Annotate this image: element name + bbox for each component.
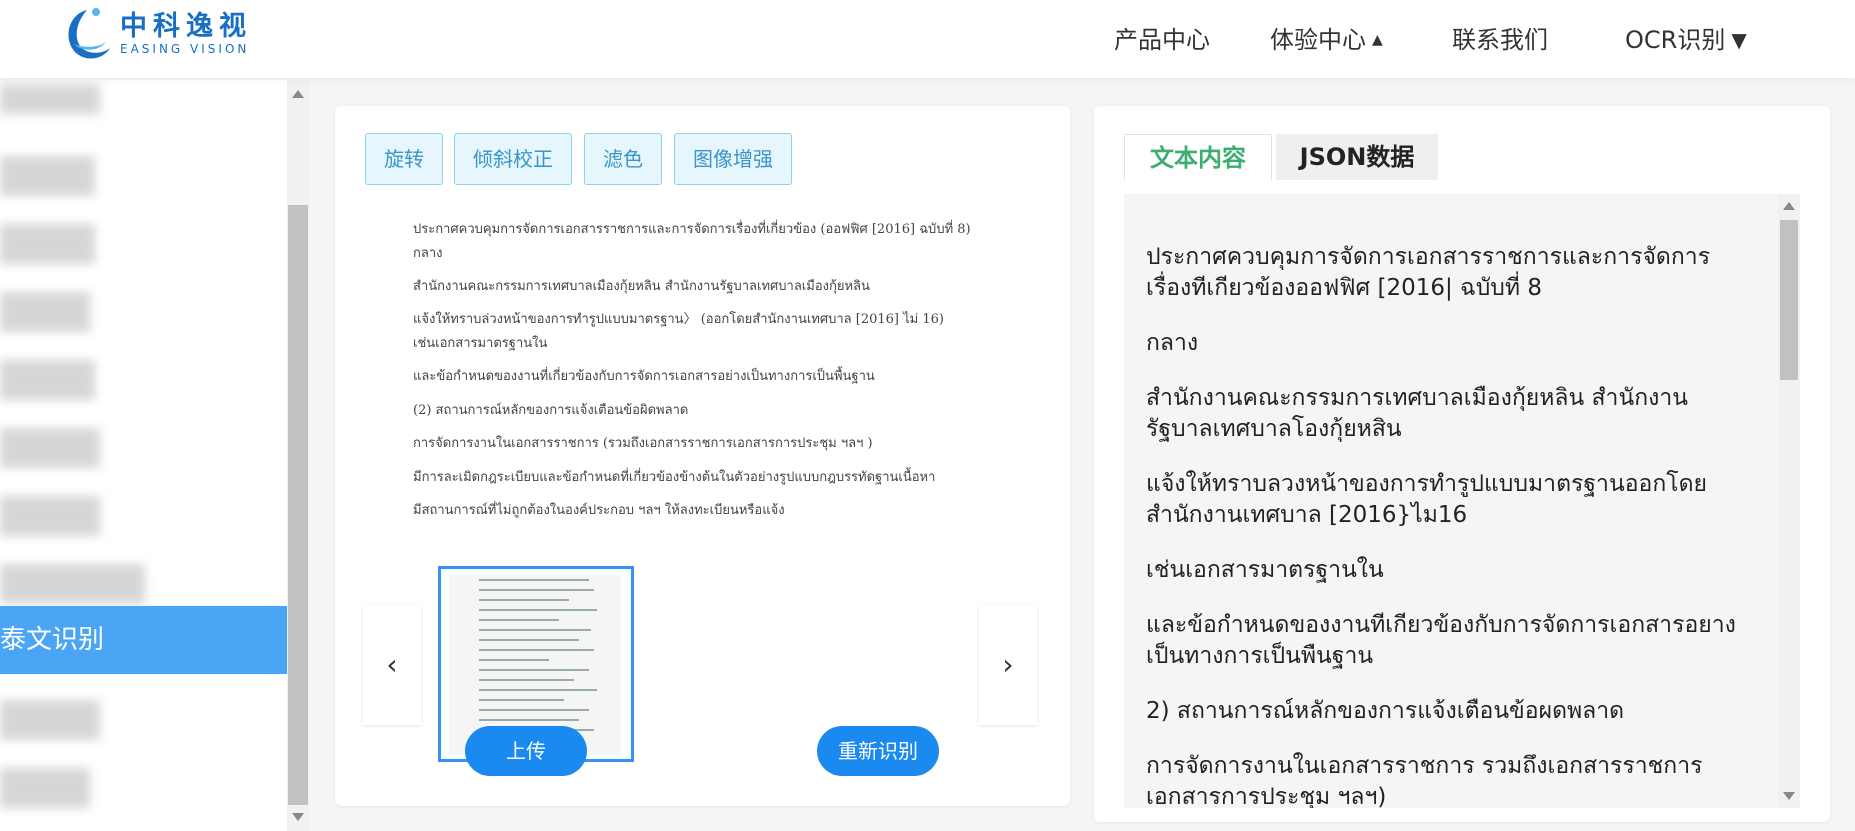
nav-experience-center[interactable]: 体验中心 ▲ xyxy=(1270,20,1383,55)
doc-line: (2) สถานการณ์หลักของการแจ้งเตือนข้อผิดพล… xyxy=(413,403,689,418)
nav-product-center[interactable]: 产品中心 xyxy=(1114,20,1210,55)
result-paragraph: การจัดการงานในเอกสารราชการ รวมถึงเอกสารร… xyxy=(1146,753,1703,808)
caret-up-icon: ▲ xyxy=(1372,32,1383,48)
tab-text-content[interactable]: 文本内容 xyxy=(1124,134,1272,181)
chevron-left-icon: ‹ xyxy=(386,648,398,681)
doc-line: และข้อกำหนดของงานที่เกี่ยวข้องกับการจัดก… xyxy=(413,369,875,384)
sidebar-item[interactable] xyxy=(0,278,287,346)
doc-line: แจ้งให้ทราบล่วงหน้าของการทำรูปแบบมาตรฐาน… xyxy=(413,312,944,327)
scroll-down-icon[interactable] xyxy=(292,813,304,821)
sidebar-item[interactable] xyxy=(0,210,287,278)
result-paragraph: กลาง xyxy=(1146,330,1199,356)
nav-ocr[interactable]: OCR识别 ▼ xyxy=(1625,20,1747,55)
sidebar-item[interactable] xyxy=(0,142,287,210)
sidebar-item[interactable] xyxy=(0,414,287,482)
scroll-down-icon[interactable] xyxy=(1783,792,1795,800)
result-paragraph: ประกาศควบคุมการจัดการเอกสารราชการและการจ… xyxy=(1146,244,1711,301)
logo[interactable]: 中科逸视 EASING VISION xyxy=(60,4,252,64)
prev-page-button[interactable]: ‹ xyxy=(363,605,421,725)
sidebar-item-thai-ocr[interactable]: 泰文识别 xyxy=(0,606,287,674)
logo-icon xyxy=(68,8,110,59)
rotate-button[interactable]: 旋转 xyxy=(365,133,443,185)
sidebar: 泰文识别 xyxy=(0,80,287,831)
result-paragraph: เช่นเอกสารมาตรฐานใน xyxy=(1146,557,1384,583)
result-panel: 文本内容 JSON数据 ประกาศควบคุมการจัดการเอกสารร… xyxy=(1094,106,1830,822)
doc-line: มีสถานการณ์ที่ไม่ถูกต้องในองค์ประกอบ ฯลฯ… xyxy=(413,503,785,518)
logo-title: 中科逸视 xyxy=(120,11,252,42)
caret-down-icon: ▼ xyxy=(1731,28,1747,52)
doc-line: เช่นเอกสารมาตรฐานใน xyxy=(413,336,548,351)
sidebar-scrollbar[interactable] xyxy=(287,80,309,831)
filter-button[interactable]: 滤色 xyxy=(584,133,662,185)
sidebar-item[interactable] xyxy=(0,482,287,550)
next-page-button[interactable]: › xyxy=(979,605,1037,725)
enhance-button[interactable]: 图像增强 xyxy=(674,133,792,185)
chevron-right-icon: › xyxy=(1002,648,1014,681)
doc-line: มีการละเมิดกฎระเบียบและข้อกำหนดที่เกี่ยว… xyxy=(413,470,936,485)
tab-json-data[interactable]: JSON数据 xyxy=(1276,134,1438,180)
doc-line: การจัดการงานในเอกสารราชการ (รวมถึงเอกสาร… xyxy=(413,436,873,451)
result-paragraph: และข้อกำหนดของงานทีเกียวข้องกับการจัดการ… xyxy=(1146,612,1736,669)
upload-button[interactable]: 上传 xyxy=(465,726,587,776)
doc-line: ประกาศควบคุมการจัดการเอกสารราชการและการจ… xyxy=(413,222,971,237)
sidebar-item[interactable] xyxy=(0,686,287,754)
sidebar-item[interactable] xyxy=(0,346,287,414)
result-paragraph: สำนักงานคณะกรรมการเทศบาลเมืองกุ้ยหลิน สำ… xyxy=(1146,385,1688,442)
scroll-up-icon[interactable] xyxy=(1783,202,1795,210)
doc-line: กลาง xyxy=(413,246,443,261)
top-header: 中科逸视 EASING VISION 产品中心 体验中心 ▲ 联系我们 OCR识别… xyxy=(0,0,1855,78)
deskew-button[interactable]: 倾斜校正 xyxy=(454,133,572,185)
sidebar-item[interactable] xyxy=(0,754,287,822)
reocr-button[interactable]: 重新识别 xyxy=(817,726,939,776)
result-text-area[interactable]: ประกาศควบคุมการจัดการเอกสารราชการและการจ… xyxy=(1124,194,1800,808)
sidebar-item[interactable] xyxy=(0,80,287,148)
image-panel: 旋转 倾斜校正 滤色 图像增强 ประกาศควบคุมการจัดการเอก… xyxy=(335,106,1070,806)
logo-subtitle: EASING VISION xyxy=(120,42,250,56)
nav-contact-us[interactable]: 联系我们 xyxy=(1452,20,1548,55)
doc-line: สำนักงานคณะกรรมการเทศบาลเมืองกุ้ยหลิน สำ… xyxy=(413,279,870,294)
scroll-thumb[interactable] xyxy=(1780,220,1798,380)
scroll-thumb[interactable] xyxy=(288,205,308,805)
result-paragraph: แจ้งให้ทราบลวงหน้าของการทำรูปแบบมาตรฐานอ… xyxy=(1146,471,1708,528)
scroll-up-icon[interactable] xyxy=(292,90,304,98)
result-paragraph: 2) สถานการณ์หลักของการแจ้งเตือนข้อผดพลาด xyxy=(1146,698,1625,724)
result-scrollbar[interactable] xyxy=(1778,194,1800,808)
